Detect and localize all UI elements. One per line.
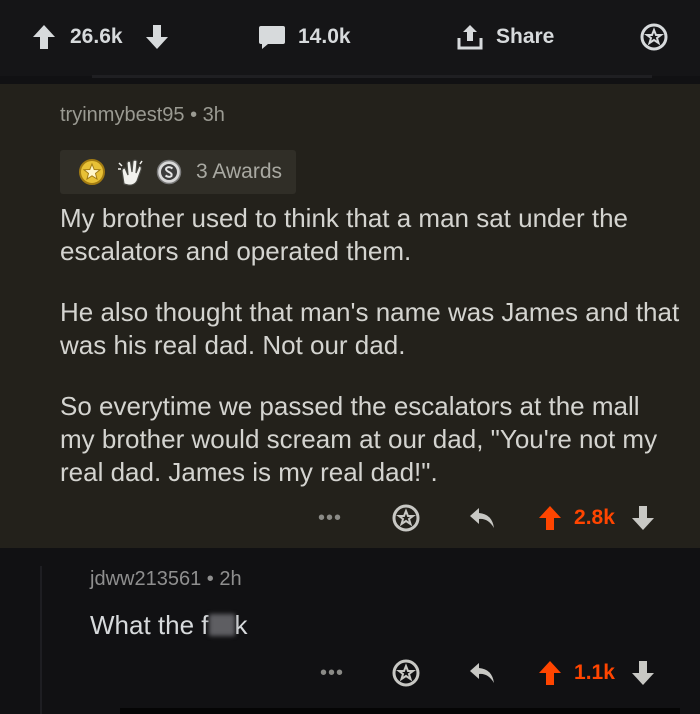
upvote-arrow-icon[interactable] [538, 660, 562, 686]
award-icon [640, 23, 668, 51]
reply-meta: jdww213561 • 2h [90, 568, 242, 591]
comment-paragraph: So everytime we passed the escalators at… [60, 391, 658, 487]
share-button[interactable]: Share [456, 22, 554, 52]
gold-award-icon [79, 159, 105, 185]
comment-meta: tryinmybest95 • 3h [60, 104, 225, 127]
comment-author[interactable]: tryinmybest95 [60, 104, 185, 126]
clapping-award-icon [118, 159, 143, 186]
comment-score: 2.8k [574, 506, 615, 529]
awards-label: 3 Awards [196, 160, 282, 183]
post-action-bar: 26.6k 14.0k Share [0, 0, 700, 78]
comment-actions: ••• 2.8k [318, 501, 655, 535]
reply-author[interactable]: jdww213561 [90, 568, 201, 590]
award-icon[interactable] [392, 504, 420, 532]
thread-line[interactable] [40, 566, 42, 714]
award-icon[interactable] [392, 659, 420, 687]
share-icon [457, 25, 483, 50]
meta-separator: • [206, 568, 214, 590]
more-options-button[interactable]: ••• [320, 662, 344, 685]
downvote-arrow-icon[interactable] [145, 24, 169, 50]
more-options-button[interactable]: ••• [318, 507, 342, 530]
comments-button[interactable]: 14.0k [258, 22, 351, 52]
divider [92, 75, 652, 78]
share-label: Share [496, 25, 555, 48]
comment-paragraph: He also thought that man's name was Jame… [60, 297, 680, 360]
highlighted-comment: tryinmybest95 • 3h 3 Awards My brother u… [0, 84, 700, 548]
upvote-arrow-icon[interactable] [32, 24, 56, 50]
reply-age: 2h [219, 568, 242, 590]
upvote-arrow-icon[interactable] [538, 505, 562, 531]
reply-text-start: What the f [90, 610, 209, 640]
post-score: 26.6k [70, 25, 123, 48]
next-item-edge [120, 708, 680, 714]
comment-count: 14.0k [298, 25, 351, 48]
comment-icon [259, 26, 285, 49]
awards-badge[interactable]: 3 Awards [60, 150, 296, 194]
reply-icon[interactable] [468, 661, 496, 685]
downvote-arrow-icon[interactable] [631, 505, 655, 531]
silver-award-icon [156, 159, 182, 185]
meta-separator: • [190, 104, 198, 126]
reply-text-end: k [234, 610, 248, 640]
reply-icon[interactable] [468, 506, 496, 530]
downvote-arrow-icon[interactable] [631, 660, 655, 686]
censor-blur [208, 614, 235, 636]
give-award-button[interactable] [640, 22, 668, 52]
post-upvote-group: 26.6k [32, 22, 169, 52]
reply-actions: ••• 1.1k [320, 656, 655, 690]
comment-paragraph: My brother used to think that a man sat … [60, 203, 628, 266]
comment-age: 3h [202, 104, 225, 126]
reply-score: 1.1k [574, 661, 615, 684]
reply-body: What the f k [90, 610, 248, 641]
